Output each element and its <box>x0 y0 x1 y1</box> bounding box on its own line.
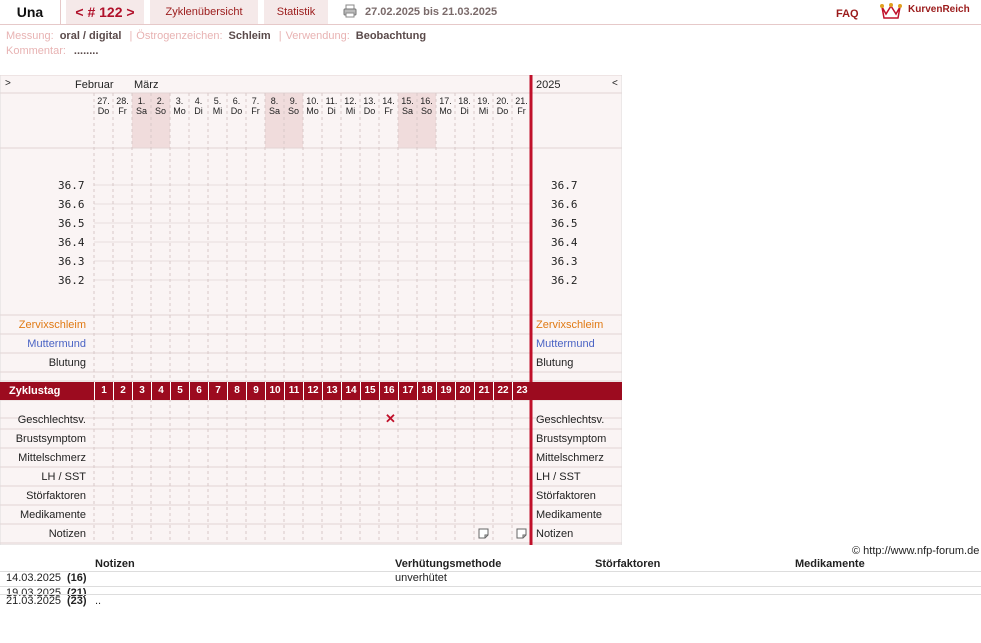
row-method: unverhütet <box>395 572 447 584</box>
printer-icon[interactable] <box>343 4 357 18</box>
measure-value: oral / digital <box>59 30 122 42</box>
use-value: Beobachtung <box>355 30 427 42</box>
row-day: (23) <box>67 595 87 607</box>
divider: | <box>278 30 282 42</box>
col-disturbances: Störfaktoren <box>595 558 661 570</box>
weekend-shade <box>132 93 151 148</box>
measurement-info: Messung: oral / digital | Östrogenzeichen: S… <box>6 30 430 42</box>
copyright: © http://www.nfp-forum.de <box>852 545 980 557</box>
measure-key: Messung: <box>6 30 54 42</box>
date-range: 27.02.2025 bis 21.03.2025 <box>365 6 498 18</box>
top-bar: Una < # 122 > Zyklenübersicht Statistik … <box>0 0 981 25</box>
weekend-shade <box>265 93 284 148</box>
weekend-shade <box>284 93 303 148</box>
comment-info: Kommentar:........ <box>6 45 98 57</box>
tab-user[interactable]: Una <box>0 0 61 24</box>
row-note: .. <box>95 595 102 607</box>
col-medication: Medikamente <box>795 558 865 570</box>
row-date: 14.03.2025 <box>6 572 62 584</box>
row-day: (16) <box>67 572 87 584</box>
cycle-navigator[interactable]: < # 122 > <box>66 0 144 24</box>
comment-value: ........ <box>73 45 99 57</box>
col-notes: Notizen <box>95 558 135 570</box>
comment-key: Kommentar: <box>6 45 66 57</box>
divider: | <box>129 30 133 42</box>
tab-statistics[interactable]: Statistik <box>264 0 328 24</box>
logo-text[interactable]: KurvenReich <box>908 4 970 15</box>
col-contraception: Verhütungsmethode <box>395 558 502 570</box>
estrogen-key: Östrogenzeichen: <box>136 30 223 42</box>
faq-link[interactable]: FAQ <box>836 8 859 20</box>
table-row: 14.03.2025 (16) unverhütet <box>0 571 981 585</box>
weekend-shade <box>151 93 170 148</box>
table-row: 21.03.2025 (23) .. <box>0 594 981 608</box>
weekend-shade <box>417 93 436 148</box>
cycle-chart <box>0 75 622 545</box>
crown-icon <box>880 3 902 19</box>
row-date: 21.03.2025 <box>6 595 62 607</box>
estrogen-value: Schleim <box>228 30 271 42</box>
tab-cycle-overview[interactable]: Zyklenübersicht <box>150 0 258 24</box>
weekend-shade <box>398 93 417 148</box>
use-key: Verwendung: <box>285 30 350 42</box>
chart-background <box>0 75 622 545</box>
